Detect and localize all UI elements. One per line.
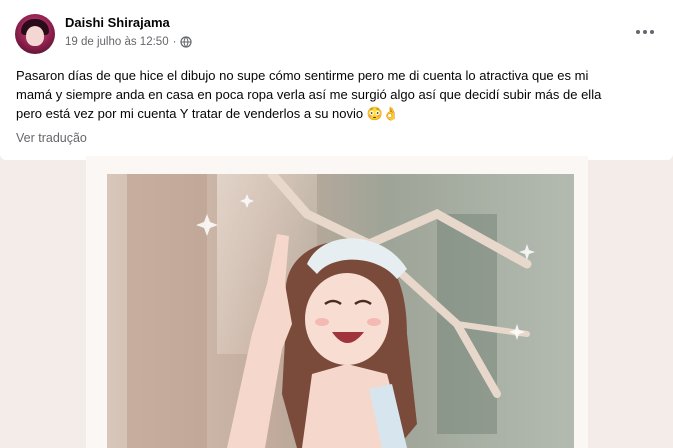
post-text-line: Pasaron días de que hice el dibujo no su… (16, 68, 589, 83)
post-card: Daishi Shirajama 19 de julho às 12:50 · … (0, 0, 673, 160)
flushed-face-emoji: 😳 (366, 106, 383, 121)
author-name[interactable]: Daishi Shirajama (65, 15, 170, 30)
post-text: Pasaron días de que hice el dibujo no su… (16, 66, 656, 123)
post-text-line: pero está vez por mi cuenta Y tratar de … (16, 106, 400, 121)
avatar-face (26, 26, 44, 46)
more-options-icon[interactable] (630, 20, 660, 44)
globe-icon (180, 36, 193, 48)
post-text-line: mamá y siempre anda en casa en poca ropa… (16, 87, 602, 102)
post-timestamp[interactable]: 19 de julho às 12:50 (65, 36, 169, 48)
anime-illustration (107, 174, 574, 448)
author-avatar[interactable] (15, 14, 55, 54)
see-translation-link[interactable]: Ver tradução (16, 131, 87, 145)
ok-hand-emoji: 👌 (382, 106, 400, 121)
meta-separator: · (172, 36, 177, 48)
post-meta: 19 de julho às 12:50 · (65, 36, 193, 48)
post-image[interactable] (107, 174, 574, 448)
